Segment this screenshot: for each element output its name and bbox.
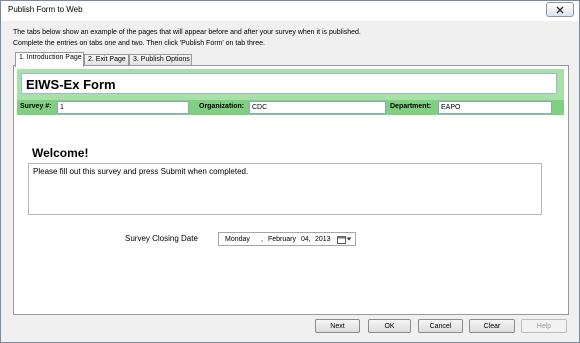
date-day: 04, [301, 236, 311, 243]
close-button[interactable] [546, 2, 574, 17]
cancel-button[interactable]: Cancel [418, 319, 463, 333]
window-title: Publish Form to Web [8, 5, 83, 14]
clear-button[interactable]: Clear [469, 319, 515, 333]
form-title-box[interactable]: EIWS-Ex Form [21, 73, 557, 94]
close-icon [556, 6, 564, 13]
ok-button[interactable]: OK [368, 319, 411, 333]
date-weekday: Monday [225, 236, 250, 243]
tab-introduction-page[interactable]: 1. Introduction Page [15, 52, 84, 67]
next-button[interactable]: Next [315, 319, 360, 333]
form-title: EIWS-Ex Form [26, 77, 116, 92]
survey-number-label: Survey #: [20, 103, 52, 110]
survey-number-field[interactable]: 1 [57, 101, 189, 114]
welcome-message-box[interactable]: Please fill out this survey and press Su… [28, 163, 542, 215]
organization-field[interactable]: CDC [249, 101, 386, 114]
form-fields-row: Survey #: 1 Organization: CDC Department… [17, 100, 564, 115]
introduction-page-panel: EIWS-Ex Form Survey #: 1 Organization: C… [13, 65, 569, 315]
department-field[interactable]: EAPO [438, 101, 552, 114]
date-separator: , [261, 236, 263, 243]
form-header: EIWS-Ex Form Survey #: 1 Organization: C… [17, 69, 564, 115]
calendar-dropdown-button[interactable] [337, 234, 353, 244]
department-label: Department: [390, 103, 432, 110]
calendar-icon [337, 235, 346, 244]
title-bar: Publish Form to Web [1, 1, 579, 21]
survey-closing-date-label: Survey Closing Date [125, 234, 198, 243]
survey-closing-date-picker[interactable]: Monday , February 04, 2013 [218, 232, 356, 246]
organization-label: Organization: [199, 103, 245, 110]
chevron-down-icon [346, 237, 352, 241]
help-button[interactable]: Help [521, 319, 567, 333]
date-month: February [268, 236, 297, 243]
instruction-line-2: Complete the entries on tabs one and two… [13, 40, 265, 47]
publish-form-dialog: Publish Form to Web The tabs below show … [0, 0, 580, 343]
instruction-line-1: The tabs below show an example of the pa… [13, 29, 361, 36]
welcome-heading: Welcome! [32, 146, 89, 160]
date-year: 2013 [315, 236, 331, 243]
